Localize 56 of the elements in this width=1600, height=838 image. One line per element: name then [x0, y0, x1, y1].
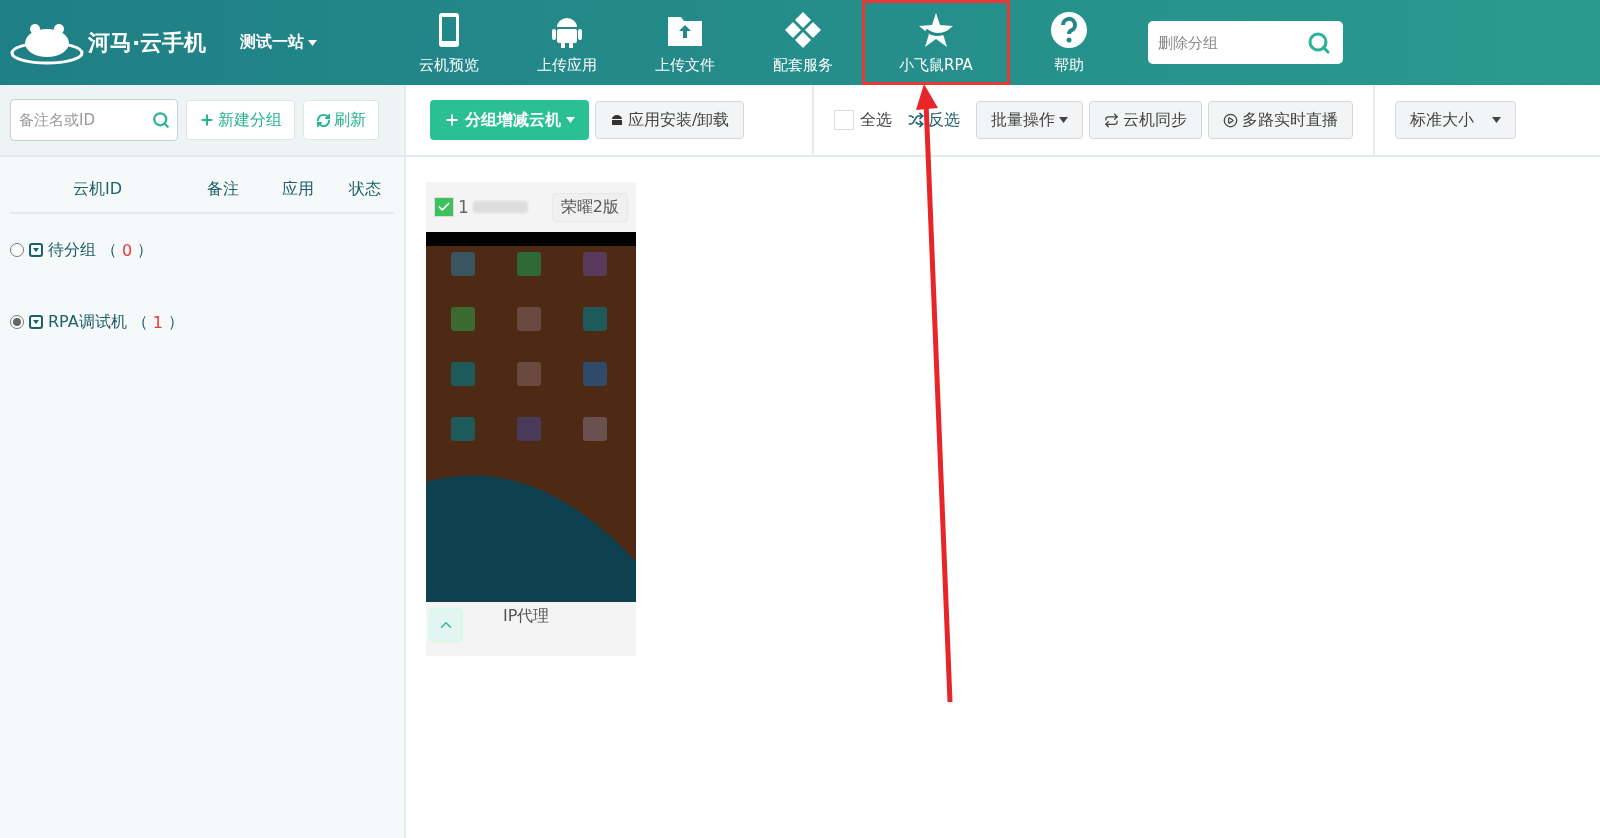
caret-icon	[1492, 117, 1501, 123]
caret-icon	[308, 39, 317, 46]
group-add-remove-button[interactable]: 分组增减云机	[430, 100, 589, 140]
column-header: 云机ID	[71, 179, 123, 200]
checkbox[interactable]	[434, 197, 454, 217]
collapse-icon[interactable]	[29, 315, 43, 329]
caret-icon	[566, 117, 575, 123]
plus-icon	[199, 112, 215, 128]
nav-item[interactable]: 帮助	[1010, 0, 1128, 85]
help-icon	[1049, 10, 1089, 50]
new-group-button[interactable]: 新建分组	[186, 100, 295, 140]
footer-label: IP代理	[503, 605, 550, 627]
size-dropdown[interactable]: 标准大小	[1395, 101, 1516, 139]
batch-dropdown[interactable]: 批量操作	[976, 101, 1083, 139]
check-icon	[437, 200, 451, 214]
refresh-button[interactable]: 刷新	[303, 100, 379, 140]
paren-open: （	[131, 311, 148, 333]
shuffle-icon	[908, 112, 924, 128]
play-icon	[1223, 112, 1238, 128]
checkbox[interactable]	[834, 110, 854, 130]
column-header: 状态	[348, 179, 382, 200]
paren-close: ）	[137, 239, 154, 261]
diamond-grid-icon	[783, 10, 823, 50]
sync-icon	[1104, 112, 1119, 128]
refresh-icon	[316, 112, 331, 128]
search-icon	[152, 111, 170, 129]
paren-open: （	[101, 239, 117, 261]
nav-item[interactable]: 配套服务	[744, 0, 862, 85]
plus-icon	[444, 112, 460, 128]
device-tag: 荣曜2版	[551, 192, 628, 222]
search-icon	[1307, 30, 1331, 55]
column-header: 应用	[280, 179, 315, 200]
group-name[interactable]: 待分组	[48, 239, 96, 261]
nav-item[interactable]: 上传文件	[626, 0, 744, 85]
live-button[interactable]: 多路实时直播	[1208, 101, 1353, 139]
radio-button[interactable]	[10, 243, 24, 257]
device-id: 1	[458, 197, 469, 217]
nav-item[interactable]: 小飞鼠RPA	[862, 0, 1010, 85]
group-count: 0	[122, 240, 133, 260]
select-all-label: 全选	[860, 109, 892, 131]
search-field[interactable]: 删除分组	[1148, 21, 1343, 64]
radio-button[interactable]	[10, 315, 24, 329]
collapse-icon[interactable]	[29, 243, 43, 257]
invert-selection-button[interactable]: 反选	[898, 109, 970, 131]
column-header: 备注	[205, 179, 240, 200]
site-selector[interactable]: 测试一站	[240, 32, 390, 53]
nav-item[interactable]: 云机预览	[390, 0, 508, 85]
paren-close: ）	[167, 311, 184, 333]
group-count: 1	[152, 312, 163, 332]
search-field[interactable]: 备注名或ID	[10, 99, 178, 141]
caret-icon	[1059, 117, 1068, 123]
nav-item[interactable]: 上传应用	[508, 0, 626, 85]
install-button[interactable]: 应用安装/卸载	[595, 101, 745, 139]
logo-text: 河马·云手机	[88, 28, 207, 57]
sync-button[interactable]: 云机同步	[1089, 101, 1202, 139]
group-name[interactable]: RPA调试机	[48, 311, 127, 333]
